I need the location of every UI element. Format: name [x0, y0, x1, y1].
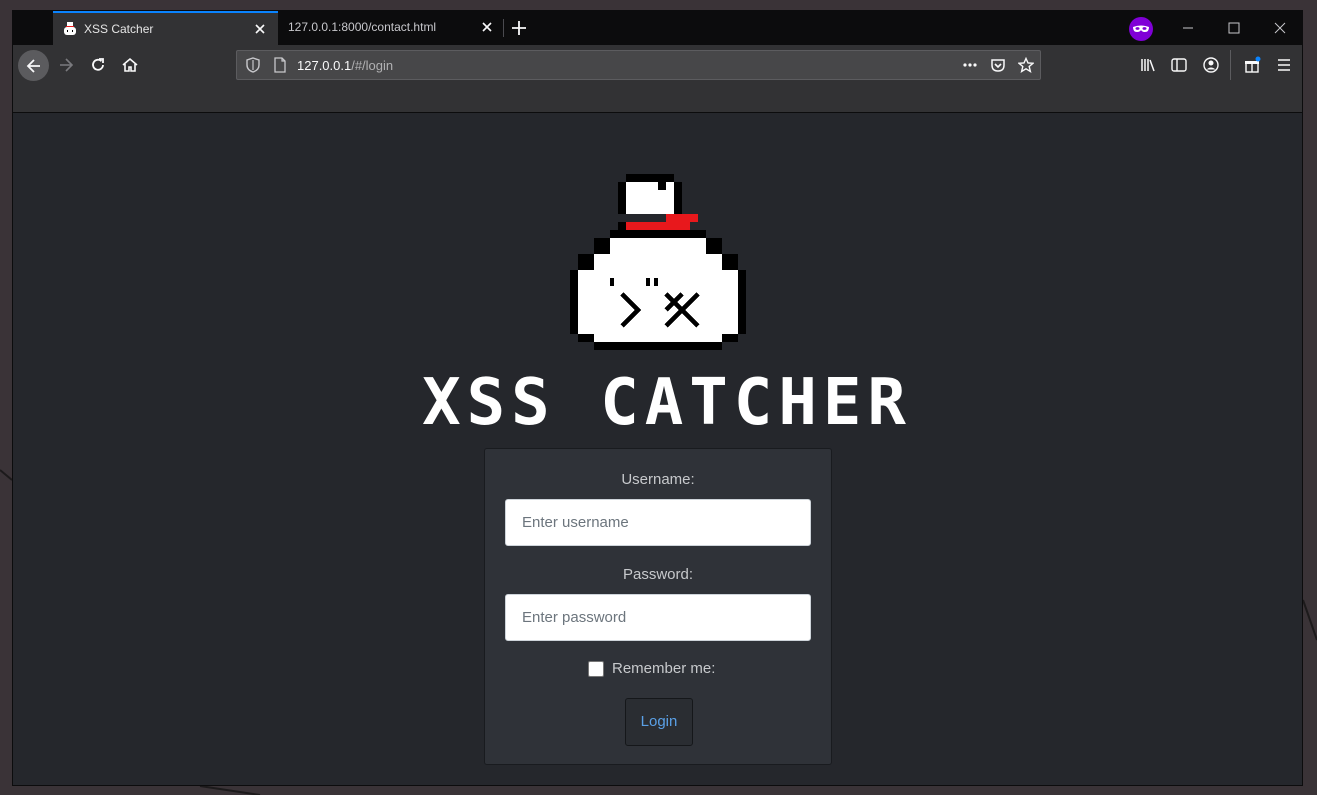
username-input[interactable] [505, 499, 811, 546]
pocket-icon[interactable] [990, 57, 1006, 73]
account-icon [1203, 57, 1219, 73]
tab-strip: XSS Catcher 127.0.0.1:8000/contact.html [13, 11, 1302, 45]
arrow-right-icon [60, 58, 74, 72]
home-icon [122, 57, 138, 72]
username-label: Username: [621, 471, 695, 488]
forward-button[interactable] [51, 50, 81, 80]
remember-me-checkbox[interactable] [588, 660, 604, 677]
xss-catcher-mascot-logo [570, 174, 746, 350]
whats-new-button[interactable] [1237, 50, 1267, 80]
toolbar-separator [1230, 50, 1231, 80]
browser-window: XSS Catcher 127.0.0.1:8000/contact.html [12, 10, 1303, 786]
password-input[interactable] [505, 594, 811, 641]
account-button[interactable] [1196, 50, 1226, 80]
tab-title: 127.0.0.1:8000/contact.html [288, 20, 437, 34]
url-bar[interactable]: 127.0.0.1/#/login [236, 50, 1041, 80]
more-actions-icon[interactable] [962, 57, 978, 73]
minimize-window-icon[interactable] [1180, 20, 1196, 36]
reload-button[interactable] [83, 50, 113, 80]
bookmark-star-icon[interactable] [1018, 57, 1034, 73]
back-button[interactable] [18, 50, 49, 81]
sidebar-icon [1171, 58, 1187, 72]
home-button[interactable] [115, 50, 145, 80]
library-icon [1141, 59, 1155, 72]
login-button[interactable]: Login [625, 698, 693, 746]
page-content: XSS CATCHER Username: Password: Remember… [13, 113, 1302, 785]
close-tab-icon[interactable] [253, 22, 267, 36]
hamburger-menu-icon [1278, 59, 1290, 71]
url-host: 127.0.0.1 [297, 58, 352, 73]
gift-icon [1245, 56, 1261, 73]
private-browsing-mask-icon [1129, 17, 1153, 41]
maximize-window-icon[interactable] [1226, 20, 1242, 36]
xss-catcher-brand-title: XSS CATCHER [422, 372, 912, 434]
password-label: Password: [622, 566, 694, 583]
close-window-icon[interactable] [1272, 20, 1288, 36]
tab-xss-catcher[interactable]: XSS Catcher [53, 11, 278, 45]
reload-icon [92, 58, 104, 71]
tab-title: XSS Catcher [84, 22, 154, 36]
menu-button[interactable] [1269, 50, 1299, 80]
url-path: /#/login [351, 58, 394, 73]
page-info-icon[interactable] [272, 57, 288, 73]
library-button[interactable] [1133, 50, 1163, 80]
remember-me-row: Remember me: [588, 660, 715, 677]
tab-contact[interactable]: 127.0.0.1:8000/contact.html [278, 11, 503, 45]
nav-toolbar: 127.0.0.1/#/login [13, 45, 1302, 113]
close-tab-icon[interactable] [480, 20, 494, 34]
new-tab-plus-icon[interactable] [510, 19, 528, 37]
url-text[interactable]: 127.0.0.1/#/login [297, 58, 393, 73]
remember-me-label[interactable]: Remember me: [612, 660, 715, 677]
sidebar-button[interactable] [1164, 50, 1194, 80]
tab-separator [503, 19, 504, 37]
arrow-left-icon [26, 58, 40, 73]
brand-title-text: XSS CATCHER [422, 372, 912, 434]
shield-icon[interactable] [245, 57, 261, 73]
login-form-card: Username: Password: Remember me: Login [484, 448, 832, 765]
xss-catcher-bag-icon [64, 22, 76, 35]
